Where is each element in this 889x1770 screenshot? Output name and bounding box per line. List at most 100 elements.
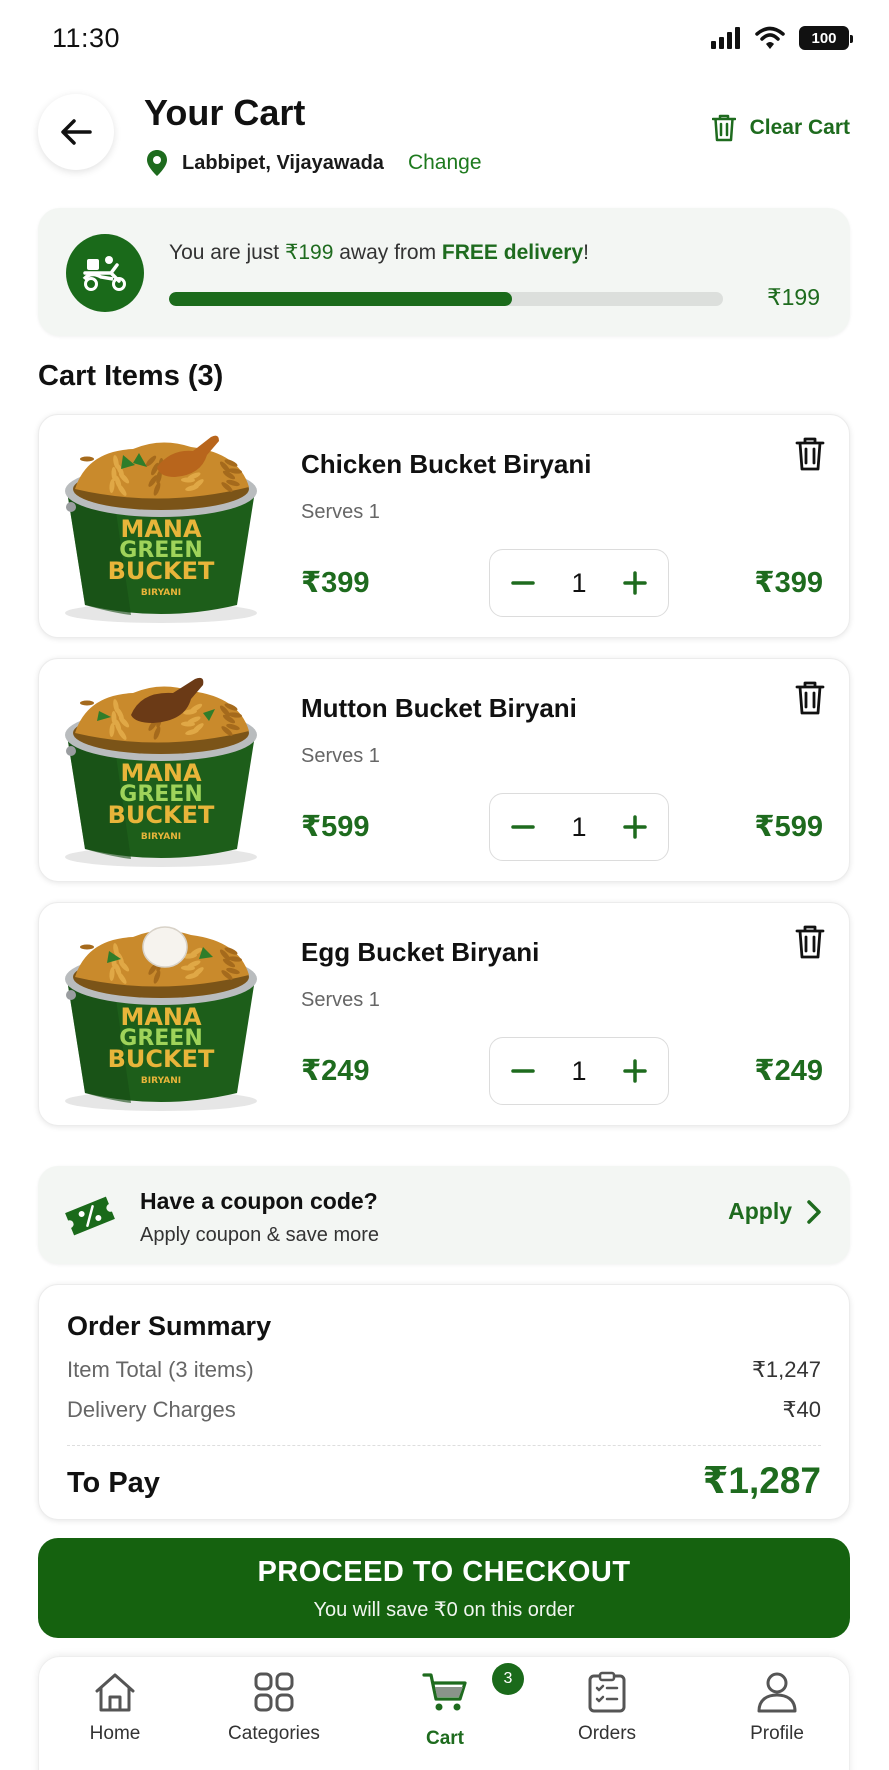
clipboard-icon: [588, 1671, 626, 1713]
item-name: Egg Bucket Biryani: [301, 937, 540, 967]
cart-item: MANA GREEN BUCKET BIRYANI Mutton Bucket Bir…: [38, 658, 850, 882]
change-location-link[interactable]: Change: [408, 151, 482, 175]
summary-divider: [67, 1445, 821, 1446]
trash-icon: [795, 925, 825, 959]
user-icon: [757, 1672, 797, 1713]
location-text: Labbipet, Vijayawada: [182, 151, 384, 174]
delivery-location: Labbipet, Vijayawada Change: [146, 150, 482, 176]
clear-cart-button[interactable]: Clear Cart: [711, 114, 850, 142]
cart-item: MANA GREEN BUCKET BIRYANI Chicken Bucket Bi…: [38, 414, 850, 638]
item-price: ₹399: [301, 567, 370, 599]
quantity-value: 1: [571, 811, 587, 842]
item-total-label: Item Total (3 items): [67, 1357, 254, 1382]
remove-item-button[interactable]: [795, 681, 825, 720]
bottom-nav: Home Categories 3 Cart Orders Profile: [38, 1656, 850, 1770]
clear-cart-label: Clear Cart: [749, 116, 850, 139]
increase-qty-button[interactable]: [618, 566, 652, 600]
page-title: Your Cart: [144, 92, 306, 133]
to-pay-value: ₹1,287: [702, 1460, 821, 1501]
biryani-bucket-image: MANAGREENBUCKETBIRYANI: [65, 926, 257, 1111]
item-name: Mutton Bucket Biryani: [301, 693, 577, 723]
remove-item-button[interactable]: [795, 437, 825, 476]
status-time: 11:30: [52, 22, 121, 53]
apply-coupon-label: Apply: [728, 1198, 792, 1224]
nav-item-cart[interactable]: 3 Cart: [380, 1663, 524, 1750]
quantity-stepper: 1: [489, 549, 669, 617]
back-button[interactable]: [38, 94, 114, 170]
to-pay-label: To Pay: [67, 1467, 160, 1499]
item-total-row: Item Total (3 items) ₹1,247: [67, 1357, 821, 1383]
increase-qty-button[interactable]: [618, 810, 652, 844]
item-total: ₹249: [754, 1055, 823, 1087]
decrease-qty-button[interactable]: [506, 566, 540, 600]
quantity-stepper: 1: [489, 793, 669, 861]
scooter-icon: [66, 234, 144, 312]
quantity-value: 1: [571, 1055, 587, 1086]
progress-fill: [169, 292, 513, 306]
nav-label-home: Home: [89, 1723, 141, 1744]
item-total: ₹399: [754, 567, 823, 599]
cart-items-title: Cart Items (3): [38, 360, 224, 392]
cart-count-badge: 3: [492, 1663, 524, 1695]
status-icons: 100: [711, 26, 853, 50]
checkout-savings-text: You will save ₹0 on this order: [313, 1599, 575, 1621]
item-total-value: ₹1,247: [751, 1357, 821, 1382]
coupon-ticket-icon: [65, 1196, 115, 1236]
quantity-value: 1: [571, 567, 587, 598]
banner-amount-inline: ₹199: [284, 241, 334, 264]
decrease-qty-button[interactable]: [506, 810, 540, 844]
remaining-amount: ₹199: [766, 284, 820, 310]
cart-icon-wrap: 3: [422, 1663, 524, 1718]
trash-icon: [711, 114, 736, 142]
plus-icon: [623, 1059, 647, 1083]
location-pin-icon: [147, 150, 167, 176]
item-price: ₹249: [301, 1055, 370, 1087]
banner-text-middle: away from: [333, 241, 442, 264]
nav-item-orders[interactable]: Orders: [542, 1671, 672, 1745]
battery-icon: 100: [799, 26, 853, 50]
proceed-to-checkout-button[interactable]: PROCEED TO CHECKOUT You will save ₹0 on …: [38, 1538, 850, 1638]
banner-text-suffix: !: [583, 241, 589, 264]
trash-icon: [795, 681, 825, 715]
nav-label-profile: Profile: [750, 1723, 804, 1744]
delivery-charges-label: Delivery Charges: [67, 1397, 236, 1422]
nav-item-profile[interactable]: Profile: [712, 1671, 842, 1745]
increase-qty-button[interactable]: [618, 1054, 652, 1088]
cart-item: MANA GREEN BUCKET BIRYANI Egg Bucket Biryan…: [38, 902, 850, 1126]
battery-level: 100: [811, 29, 837, 47]
header: Your Cart Labbipet, Vijayawada Change Cl…: [38, 92, 850, 182]
svg-text:BIRYANI: BIRYANI: [141, 1076, 181, 1086]
apply-coupon-button[interactable]: Apply: [728, 1198, 822, 1225]
cart-icon: [422, 1673, 467, 1711]
nav-item-categories[interactable]: Categories: [209, 1671, 339, 1745]
nav-label-cart: Cart: [425, 1728, 464, 1749]
svg-text:BIRYANI: BIRYANI: [141, 588, 181, 598]
free-delivery-banner: You are just ₹199 away from FREE deliver…: [38, 208, 850, 336]
svg-text:BIRYANI: BIRYANI: [141, 832, 181, 842]
nav-item-home[interactable]: Home: [50, 1671, 180, 1745]
checkout-label: PROCEED TO CHECKOUT: [257, 1556, 631, 1588]
coupon-title: Have a coupon code?: [140, 1188, 378, 1214]
item-name: Chicken Bucket Biryani: [301, 449, 592, 479]
minus-icon: [511, 825, 535, 829]
nav-label-categories: Categories: [228, 1723, 320, 1744]
svg-text:BUCKET: BUCKET: [108, 801, 215, 829]
item-serves: Serves 1: [301, 501, 380, 523]
free-delivery-progress: [169, 292, 723, 306]
minus-icon: [511, 1069, 535, 1073]
minus-icon: [511, 581, 535, 585]
plus-icon: [623, 571, 647, 595]
grid-icon: [254, 1672, 294, 1712]
remove-item-button[interactable]: [795, 925, 825, 964]
delivery-charges-row: Delivery Charges ₹40: [67, 1397, 821, 1423]
item-serves: Serves 1: [301, 745, 380, 767]
home-icon: [95, 1673, 135, 1712]
delivery-charges-value: ₹40: [782, 1397, 821, 1422]
signal-icon: [711, 27, 740, 49]
item-total: ₹599: [754, 811, 823, 843]
svg-text:BUCKET: BUCKET: [108, 1045, 215, 1073]
item-price: ₹599: [301, 811, 370, 843]
trash-icon: [795, 437, 825, 471]
coupon-card[interactable]: Have a coupon code? Apply coupon & save …: [38, 1166, 850, 1264]
decrease-qty-button[interactable]: [506, 1054, 540, 1088]
